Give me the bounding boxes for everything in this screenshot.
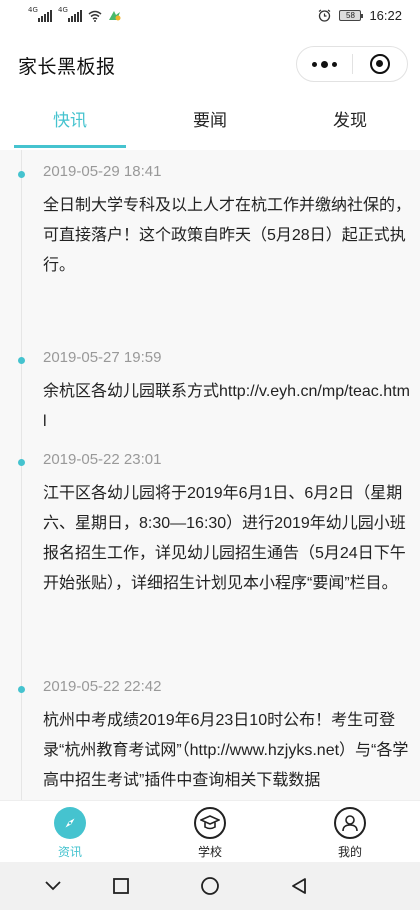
battery-level: 58 — [346, 11, 355, 20]
triangle-back-icon — [292, 878, 306, 894]
feed-item[interactable]: 2019-05-27 19:59 余杭区各幼儿园联系方式http://v.eyh… — [0, 336, 420, 444]
square-icon — [113, 878, 129, 894]
nav-down-button[interactable] — [41, 874, 65, 898]
app-notification-icon — [109, 11, 121, 21]
timeline-dot — [18, 686, 25, 693]
tabbar-label: 学校 — [197, 845, 222, 859]
feed-item-text: 全日制大学专科及以上人才在杭工作并缴纳社保的，可直接落户！这个政策自昨天（5月2… — [43, 197, 412, 274]
tab-yaowen[interactable]: 要闻 — [140, 92, 280, 150]
status-time: 16:22 — [369, 8, 402, 23]
signal-icon: 4G — [28, 6, 52, 22]
app-header: 家长黑板报 — [0, 36, 420, 92]
more-dots-icon — [311, 61, 317, 67]
more-dots-icon — [331, 61, 337, 67]
feed-item-time: 2019-05-22 23:01 — [43, 451, 162, 468]
graduation-cap-icon — [194, 807, 226, 839]
user-icon — [334, 807, 366, 839]
tabbar-item-mine[interactable]: 我的 — [280, 801, 420, 862]
timeline-dot — [18, 171, 25, 178]
page-title: 家长黑板报 — [18, 57, 116, 78]
nav-home-button[interactable] — [198, 874, 222, 898]
system-nav-bar — [0, 862, 420, 910]
timeline-dot — [18, 357, 25, 364]
network-type-label: 4G — [28, 5, 38, 14]
close-miniprogram-button[interactable] — [352, 46, 407, 82]
signal-icon: 4G — [58, 6, 82, 22]
tabbar-item-school[interactable]: 学校 — [140, 801, 280, 862]
feed-item-text: 江干区各幼儿园将于2019年6月1日、6月2日（星期六、星期日，8:30—16:… — [43, 485, 406, 592]
feed-item-text: 杭州中考成绩2019年6月23日10时公布！考生可登录“杭州教育考试网”（htt… — [43, 712, 409, 789]
feed-item-time: 2019-05-22 22:42 — [43, 678, 162, 695]
top-tabs: 快讯 要闻 发现 — [0, 92, 420, 150]
status-left-group: 4G 4G — [28, 6, 121, 22]
feed-item[interactable]: 2019-05-29 18:41 全日制大学专科及以上人才在杭工作并缴纳社保的，… — [0, 150, 420, 338]
tabbar-label: 资讯 — [57, 845, 82, 859]
feed-item-time: 2019-05-29 18:41 — [43, 163, 162, 180]
news-feed[interactable]: 2019-05-29 18:41 全日制大学专科及以上人才在杭工作并缴纳社保的，… — [0, 150, 420, 800]
wifi-icon — [88, 10, 102, 22]
bottom-tab-bar: 资讯 学校 我的 — [0, 800, 420, 862]
feed-item-text: 余杭区各幼儿园联系方式http://v.eyh.cn/mp/teac.html — [43, 383, 410, 430]
compass-icon — [54, 807, 86, 839]
feed-item[interactable]: 2019-05-22 22:42 杭州中考成绩2019年6月23日10时公布！考… — [0, 665, 420, 800]
more-menu-button[interactable] — [297, 46, 352, 82]
circle-home-icon — [201, 877, 219, 895]
tabbar-label: 我的 — [337, 845, 362, 859]
nav-back-button[interactable] — [287, 874, 311, 898]
tab-kuaixun[interactable]: 快讯 — [0, 92, 140, 150]
more-dots-icon — [320, 60, 328, 68]
tab-faxian[interactable]: 发现 — [280, 92, 420, 150]
timeline-dot — [18, 459, 25, 466]
status-right-group: 58 16:22 — [318, 8, 402, 23]
alarm-icon — [319, 9, 331, 22]
status-bar: 4G 4G 58 16:22 — [0, 0, 420, 36]
target-close-icon — [369, 54, 390, 74]
network-type-label: 4G — [58, 5, 68, 14]
miniprogram-capsule — [296, 46, 408, 82]
feed-item-time: 2019-05-27 19:59 — [43, 349, 162, 366]
feed-item[interactable]: 2019-05-22 23:01 江干区各幼儿园将于2019年6月1日、6月2日… — [0, 438, 420, 666]
battery-icon: 58 — [339, 10, 364, 21]
tabbar-item-news[interactable]: 资讯 — [0, 801, 140, 862]
nav-recents-button[interactable] — [109, 874, 133, 898]
chevron-down-icon — [45, 881, 61, 891]
